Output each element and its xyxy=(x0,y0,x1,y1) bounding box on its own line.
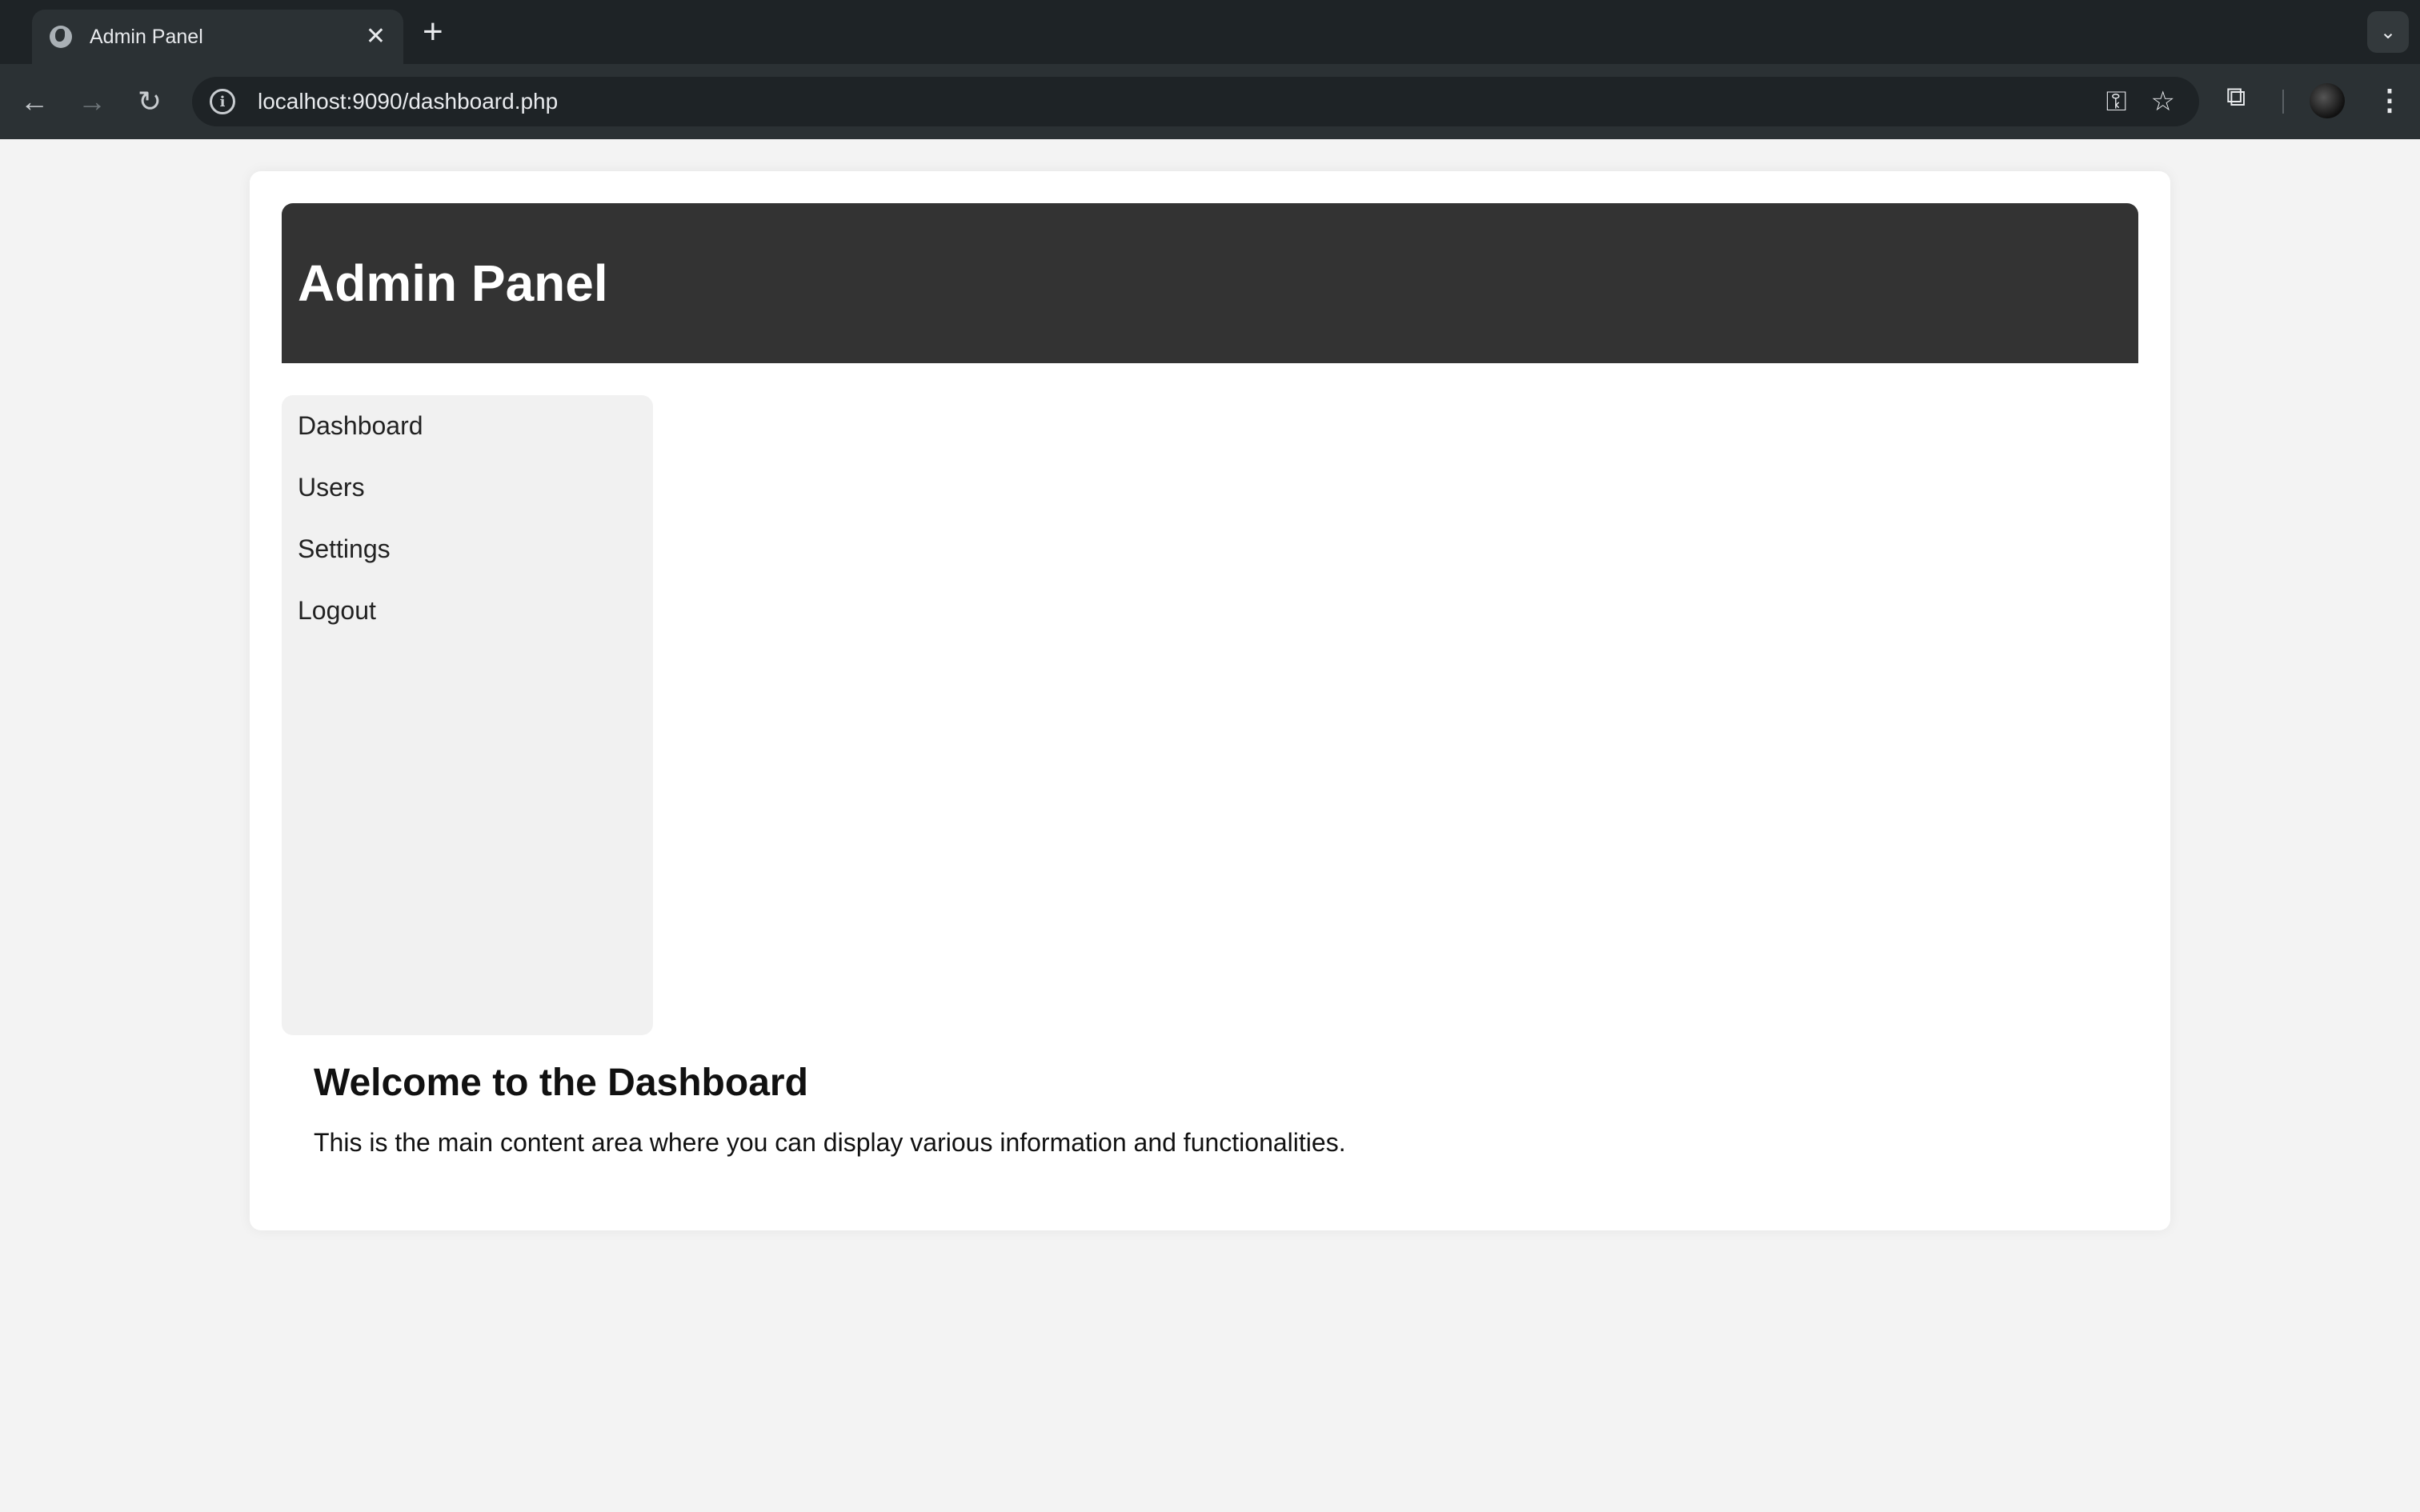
url-text[interactable]: localhost:9090/dashboard.php xyxy=(258,89,2106,114)
forward-icon[interactable]: → xyxy=(72,82,112,122)
tab-search-button[interactable]: ⌄ xyxy=(2367,11,2409,53)
extensions-icon[interactable]: ⧉ xyxy=(2226,82,2246,113)
main-description: This is the main content area where you … xyxy=(314,1128,1346,1157)
main-heading: Welcome to the Dashboard xyxy=(314,1062,808,1104)
globe-icon xyxy=(50,26,72,48)
profile-avatar[interactable] xyxy=(2310,83,2345,118)
site-info-icon[interactable]: i xyxy=(210,89,235,114)
page-header: Admin Panel xyxy=(282,203,2138,363)
main-content: Welcome to the Dashboard This is the mai… xyxy=(314,1061,2106,1158)
sidebar-item-logout[interactable]: Logout xyxy=(282,580,653,642)
browser-tab[interactable]: Admin Panel ✕ xyxy=(32,10,403,64)
browser-tab-strip: Admin Panel ✕ + ⌄ xyxy=(0,0,2420,64)
address-bar[interactable]: i localhost:9090/dashboard.php ⚿ ☆ xyxy=(192,77,2199,126)
close-tab-icon[interactable]: ✕ xyxy=(366,25,386,49)
back-icon[interactable]: ← xyxy=(14,82,54,122)
sidebar: Dashboard Users Settings Logout xyxy=(282,395,653,1035)
page-title: Admin Panel xyxy=(298,254,608,312)
bookmark-star-icon[interactable]: ☆ xyxy=(2151,86,2175,118)
tab-title: Admin Panel xyxy=(90,25,203,48)
new-tab-button[interactable]: + xyxy=(423,14,443,50)
browser-menu-icon[interactable]: ⋮ xyxy=(2375,80,2404,120)
sidebar-item-dashboard[interactable]: Dashboard xyxy=(282,395,653,457)
sidebar-item-users[interactable]: Users xyxy=(282,457,653,518)
reload-icon[interactable]: ↻ xyxy=(130,82,170,122)
browser-toolbar: ← → ↻ i localhost:9090/dashboard.php ⚿ ☆… xyxy=(0,64,2420,139)
sidebar-item-settings[interactable]: Settings xyxy=(282,518,653,580)
page-container: Admin Panel Dashboard Users Settings Log… xyxy=(250,171,2170,1230)
password-key-icon[interactable]: ⚿ xyxy=(2106,86,2127,118)
toolbar-divider xyxy=(2282,90,2284,114)
